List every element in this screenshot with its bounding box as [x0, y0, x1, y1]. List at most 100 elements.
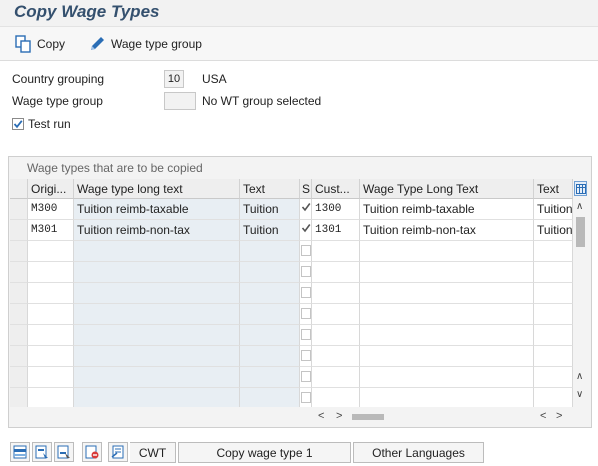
- cell-original[interactable]: [28, 262, 74, 283]
- cell-original[interactable]: [28, 283, 74, 304]
- cell-original[interactable]: [28, 304, 74, 325]
- row-selector[interactable]: [10, 199, 28, 220]
- cell-select-checkbox[interactable]: [300, 367, 312, 388]
- row-selector[interactable]: [10, 346, 28, 367]
- wage-type-group-text: No WT group selected: [202, 94, 322, 108]
- column-settings-icon[interactable]: [574, 181, 587, 196]
- horizontal-scroll-thumb[interactable]: [352, 414, 384, 420]
- row-selector[interactable]: [10, 325, 28, 346]
- cell-long-text: [74, 283, 240, 304]
- cell-cust-long-text[interactable]: Tuition reimb-taxable: [360, 199, 534, 220]
- deselect-all-button[interactable]: [82, 442, 102, 462]
- cell-long-text: Tuition reimb-taxable: [74, 199, 240, 220]
- select-block-button[interactable]: [32, 442, 52, 462]
- row-selector[interactable]: [10, 388, 28, 407]
- bottom-button-bar: CWT Copy wage type 1 Other Languages: [0, 440, 598, 466]
- cell-customer[interactable]: [312, 367, 360, 388]
- cell-cust-long-text[interactable]: Tuition reimb-non-tax: [360, 220, 534, 241]
- row-selector[interactable]: [10, 220, 28, 241]
- column-header-cust-text[interactable]: Text: [534, 179, 573, 199]
- cell-customer[interactable]: [312, 304, 360, 325]
- cell-text: [240, 388, 300, 407]
- row-selector[interactable]: [10, 283, 28, 304]
- column-header-original[interactable]: Origi...: [28, 179, 74, 199]
- cell-customer[interactable]: [312, 283, 360, 304]
- cell-customer[interactable]: [312, 388, 360, 407]
- cell-original[interactable]: M300: [28, 199, 74, 220]
- cell-original[interactable]: [28, 367, 74, 388]
- cell-select-checkbox[interactable]: [300, 241, 312, 262]
- cell-original[interactable]: M301: [28, 220, 74, 241]
- cell-select-checkbox[interactable]: [300, 262, 312, 283]
- delete-row-button[interactable]: [108, 442, 128, 462]
- cell-customer[interactable]: [312, 346, 360, 367]
- scroll-left-icon[interactable]: <: [540, 410, 546, 422]
- scroll-down-icon[interactable]: ∨: [576, 389, 583, 400]
- scroll-up-icon[interactable]: ∧: [576, 201, 583, 212]
- cell-select-checkbox[interactable]: [300, 388, 312, 407]
- country-grouping-input[interactable]: 10: [164, 70, 184, 88]
- cell-cust-text[interactable]: [534, 262, 573, 283]
- cwt-button[interactable]: CWT: [130, 442, 176, 463]
- column-header-cust-long-text[interactable]: Wage Type Long Text: [360, 179, 534, 199]
- cell-cust-long-text[interactable]: [360, 367, 534, 388]
- cell-customer[interactable]: [312, 325, 360, 346]
- row-selector[interactable]: [10, 367, 28, 388]
- cell-original[interactable]: [28, 388, 74, 407]
- cell-select-checkbox[interactable]: [300, 325, 312, 346]
- cell-cust-long-text[interactable]: [360, 388, 534, 407]
- copy-wage-type-button[interactable]: Copy wage type 1: [178, 442, 351, 463]
- cell-original[interactable]: [28, 346, 74, 367]
- column-header-select[interactable]: S: [300, 179, 312, 199]
- select-all-button[interactable]: [10, 442, 30, 462]
- cell-cust-text[interactable]: [534, 241, 573, 262]
- scroll-right-icon[interactable]: >: [556, 410, 562, 422]
- select-block-end-button[interactable]: [54, 442, 74, 462]
- cell-cust-text[interactable]: [534, 346, 573, 367]
- vertical-scrollbar[interactable]: ∧ ∧ ∨: [573, 179, 588, 407]
- row-selector[interactable]: [10, 241, 28, 262]
- cell-cust-text[interactable]: Tuition: [534, 220, 573, 241]
- wage-type-group-button[interactable]: Wage type group: [88, 33, 202, 55]
- cell-original[interactable]: [28, 241, 74, 262]
- cell-cust-text[interactable]: [534, 283, 573, 304]
- scroll-up-icon[interactable]: ∧: [576, 371, 583, 382]
- cell-customer[interactable]: 1300: [312, 199, 360, 220]
- test-run-checkbox[interactable]: [12, 118, 24, 130]
- cell-customer[interactable]: [312, 241, 360, 262]
- cell-customer[interactable]: 1301: [312, 220, 360, 241]
- cell-cust-text[interactable]: [534, 388, 573, 407]
- cell-select-checkbox[interactable]: [300, 283, 312, 304]
- wage-type-group-input[interactable]: [164, 92, 196, 110]
- cell-customer[interactable]: [312, 262, 360, 283]
- column-header-customer[interactable]: Cust...: [312, 179, 360, 199]
- scroll-right-icon[interactable]: >: [336, 410, 342, 422]
- cell-cust-long-text[interactable]: [360, 325, 534, 346]
- cell-select-checkbox[interactable]: [300, 199, 312, 220]
- cell-cust-long-text[interactable]: [360, 304, 534, 325]
- cell-select-checkbox[interactable]: [300, 346, 312, 367]
- cell-original[interactable]: [28, 325, 74, 346]
- wage-type-group-label: Wage type group: [111, 37, 202, 51]
- cell-cust-text[interactable]: [534, 367, 573, 388]
- cell-cust-text[interactable]: [534, 325, 573, 346]
- cell-cust-long-text[interactable]: [360, 346, 534, 367]
- title-bar: Copy Wage Types: [0, 0, 598, 27]
- other-languages-button[interactable]: Other Languages: [353, 442, 484, 463]
- row-selector[interactable]: [10, 304, 28, 325]
- cell-cust-long-text[interactable]: [360, 283, 534, 304]
- vertical-scroll-thumb[interactable]: [576, 217, 585, 247]
- cell-cust-long-text[interactable]: [360, 241, 534, 262]
- row-selector[interactable]: [10, 262, 28, 283]
- cell-cust-text[interactable]: Tuition: [534, 199, 573, 220]
- cell-select-checkbox[interactable]: [300, 220, 312, 241]
- cell-cust-text[interactable]: [534, 304, 573, 325]
- copy-button[interactable]: Copy: [14, 33, 65, 55]
- row-selector-header[interactable]: [10, 179, 28, 199]
- column-header-long-text[interactable]: Wage type long text: [74, 179, 240, 199]
- cell-cust-long-text[interactable]: [360, 262, 534, 283]
- cell-select-checkbox[interactable]: [300, 304, 312, 325]
- horizontal-scrollbar[interactable]: < > < >: [310, 409, 573, 425]
- scroll-left-icon[interactable]: <: [318, 410, 324, 422]
- column-header-text[interactable]: Text: [240, 179, 300, 199]
